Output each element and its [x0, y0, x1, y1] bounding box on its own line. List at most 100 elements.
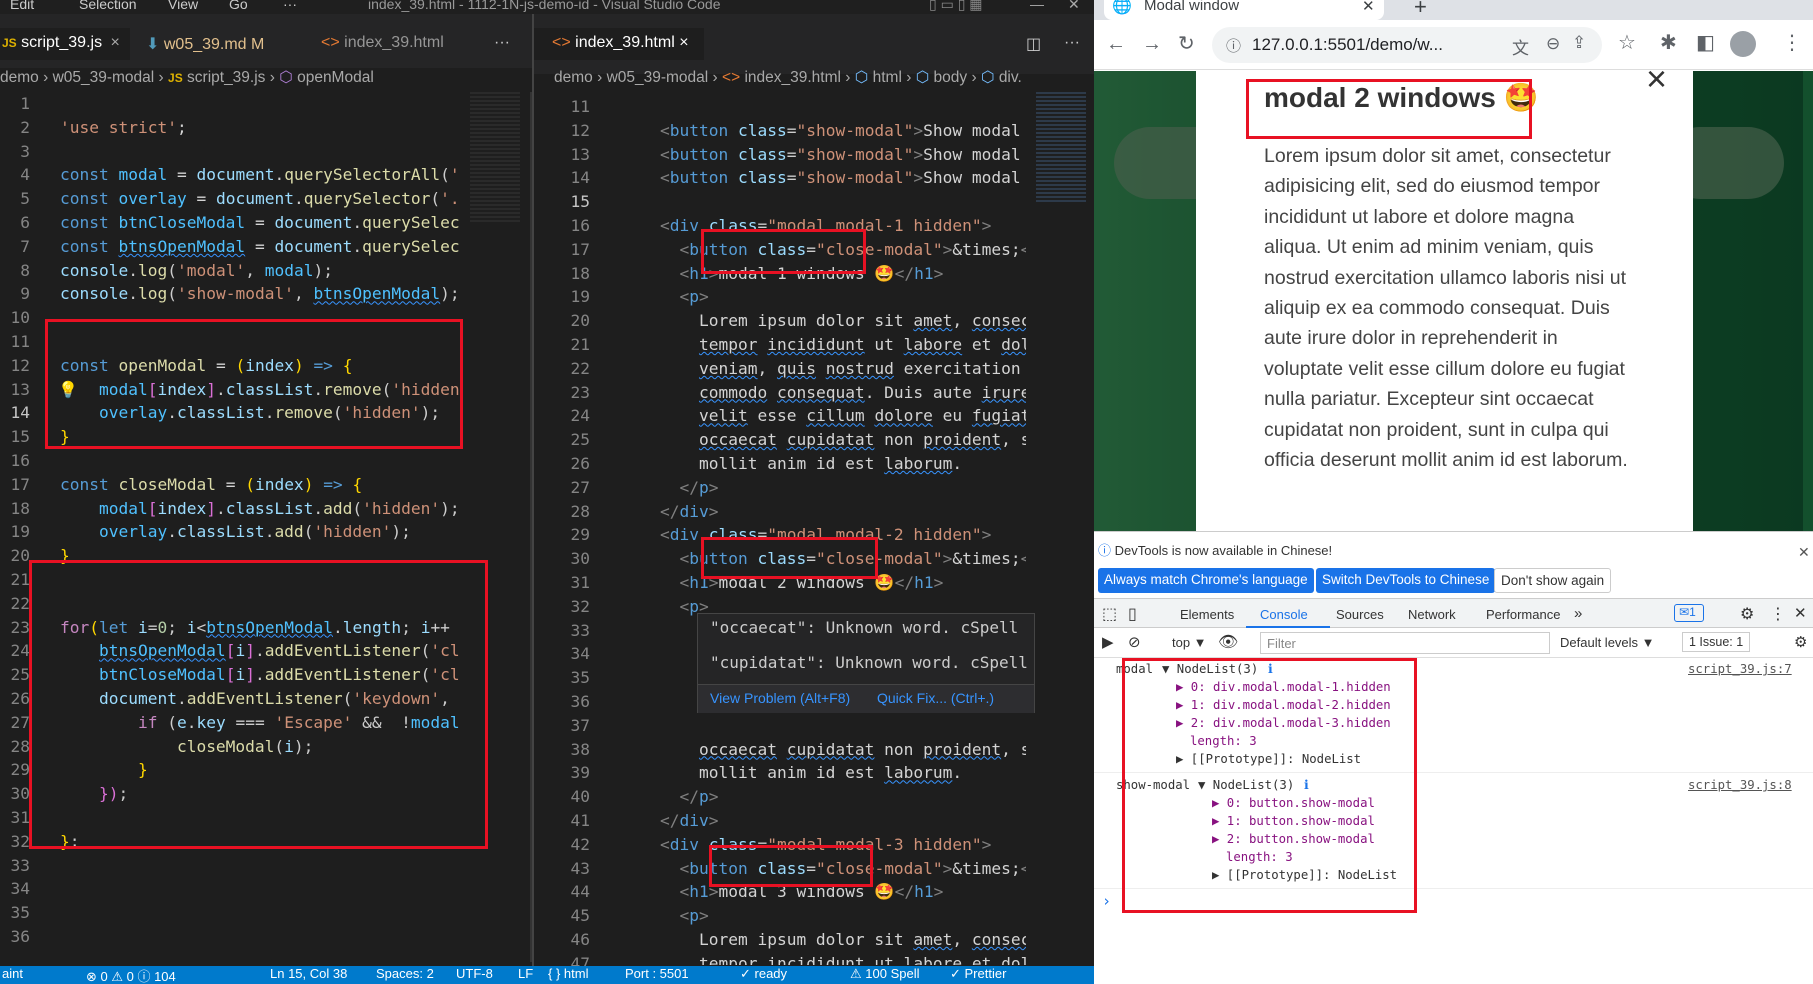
breadcrumb-item[interactable]: html — [873, 69, 902, 86]
close-window-icon[interactable]: ✕ — [1068, 0, 1080, 13]
line-number: 30 — [10, 784, 31, 804]
console-prompt[interactable]: › — [1102, 892, 1111, 910]
right-minimap[interactable] — [1036, 92, 1086, 202]
window-title: index_39.html - 1112-1N-js-demo-id - Vis… — [368, 0, 721, 12]
vscode-window: Edit Selection View Go ··· index_39.html… — [0, 0, 1094, 984]
notice-close-icon[interactable]: ✕ — [1798, 544, 1810, 561]
status-cursor[interactable]: Ln 15, Col 38 — [270, 966, 347, 981]
zoom-icon[interactable]: ⊖ — [1546, 34, 1560, 54]
log-levels-dropdown[interactable]: Default levels ▼ — [1560, 635, 1655, 650]
menu-icon[interactable]: ⋮ — [1782, 33, 1802, 53]
more-tabs-icon[interactable]: » — [1574, 605, 1582, 622]
line-number: 15 — [10, 427, 31, 447]
extensions-icon[interactable]: ✱ — [1660, 33, 1677, 53]
breadcrumb-item[interactable]: index_39.html — [744, 69, 841, 86]
breadcrumb-item[interactable]: w05_39-modal — [607, 69, 709, 86]
quick-fix-link[interactable]: Quick Fix... (Ctrl+.) — [877, 690, 994, 706]
breadcrumb-item[interactable]: script_39.js — [187, 69, 265, 86]
tab-close-icon[interactable]: × — [111, 34, 120, 51]
devtools-language-notice: ⓘ DevTools is now available in Chinese! — [1098, 543, 1333, 558]
minimize-icon[interactable]: — — [1030, 0, 1044, 12]
source-link[interactable]: script_39.js:7 — [1688, 662, 1792, 676]
tab-markdown[interactable]: ⬇ w05_39.md M — [146, 28, 264, 60]
source-link[interactable]: script_39.js:8 — [1688, 778, 1792, 792]
messages-badge[interactable]: ✉1 — [1674, 604, 1704, 622]
more-actions-icon[interactable]: ··· — [1064, 28, 1080, 60]
more-actions-icon[interactable]: ··· — [494, 28, 510, 60]
reload-icon[interactable]: ↻ — [1178, 34, 1195, 54]
tab-close-icon[interactable]: ✕ — [1362, 0, 1375, 15]
tab-elements[interactable]: Elements — [1180, 607, 1234, 622]
device-toolbar-icon[interactable]: ▯ — [1128, 604, 1137, 624]
layout-icons[interactable]: ▯ ▭ ▯ ▦ — [929, 0, 983, 13]
tab-sources[interactable]: Sources — [1336, 607, 1384, 622]
status-spell[interactable]: ⚠ 100 Spell — [850, 966, 919, 982]
sidebar-toggle-icon[interactable]: ▶ — [1102, 633, 1114, 651]
forward-icon[interactable]: → — [1142, 34, 1162, 54]
back-icon[interactable]: ← — [1106, 34, 1126, 54]
tab-network[interactable]: Network — [1408, 607, 1456, 622]
menu-edit[interactable]: Edit — [10, 0, 34, 12]
console-settings-icon[interactable]: ⚙ — [1794, 633, 1807, 651]
status-problems[interactable]: ⊗ 0 ⚠ 0 ⓘ 104 — [86, 966, 176, 984]
sidepanel-icon[interactable]: ◧ — [1696, 33, 1715, 53]
profile-avatar[interactable] — [1730, 31, 1756, 57]
live-expression-eye-icon[interactable]: 👁 — [1218, 632, 1238, 652]
menu-go[interactable]: Go — [229, 0, 248, 12]
always-match-language-button[interactable]: Always match Chrome's language — [1098, 568, 1314, 593]
translate-icon[interactable]: 文 — [1512, 34, 1529, 59]
breadcrumb-item[interactable]: openModal — [297, 69, 374, 86]
line-number: 31 — [570, 572, 591, 592]
breadcrumb-item[interactable]: demo — [0, 69, 39, 86]
more-options-icon[interactable]: ⋮ — [1770, 604, 1786, 624]
left-minimap[interactable] — [470, 92, 520, 222]
close-devtools-icon[interactable]: ✕ — [1794, 604, 1807, 622]
breadcrumb-item[interactable]: demo — [554, 69, 593, 86]
status-remote[interactable]: aint — [2, 966, 23, 981]
tab-console[interactable]: Console — [1260, 607, 1308, 622]
menu-more[interactable]: ··· — [283, 0, 297, 12]
bookmark-star-icon[interactable]: ☆ — [1618, 33, 1636, 53]
issues-counter[interactable]: 1 Issue: 1 — [1682, 632, 1751, 652]
tab-close-icon[interactable]: × — [679, 34, 688, 51]
line-number: 39 — [570, 763, 591, 783]
status-language[interactable]: { } html — [548, 966, 588, 981]
line-number: 38 — [570, 739, 591, 759]
view-problem-link[interactable]: View Problem (Alt+F8) — [710, 690, 850, 706]
context-selector[interactable]: top ▼ — [1172, 635, 1207, 650]
dont-show-again-button[interactable]: Don't show again — [1494, 568, 1612, 593]
inspect-element-icon[interactable]: ⬚ — [1102, 604, 1117, 624]
status-encoding[interactable]: UTF-8 — [456, 966, 493, 981]
globe-icon: 🌐 — [1112, 0, 1132, 15]
menu-view[interactable]: View — [168, 0, 198, 12]
new-tab-icon[interactable]: + — [1414, 0, 1427, 20]
breadcrumb-item[interactable]: div. — [999, 69, 1022, 86]
share-icon[interactable]: ⇪ — [1572, 33, 1586, 53]
tab-performance[interactable]: Performance — [1486, 607, 1560, 622]
address-bar[interactable]: ⓘ 127.0.0.1:5501/demo/w... 文 ⊖ ⇪ — [1212, 27, 1602, 63]
switch-to-chinese-button[interactable]: Switch DevTools to Chinese — [1316, 568, 1496, 593]
console-filter-input[interactable]: Filter — [1260, 632, 1550, 654]
line-number: 1 — [20, 94, 30, 113]
status-ready[interactable]: ✓ ready — [740, 966, 787, 982]
close-modal-button[interactable]: × — [1646, 71, 1667, 97]
status-eol[interactable]: LF — [518, 966, 533, 981]
menu-selection[interactable]: Selection — [79, 0, 137, 12]
tab-script-js[interactable]: JS script_39.js × — [0, 28, 130, 60]
info-icon[interactable]: ⓘ — [1226, 35, 1241, 56]
tab-index-html-right[interactable]: <> index_39.html × — [534, 28, 704, 60]
status-live-server[interactable]: Port : 5501 — [625, 966, 689, 981]
chrome-tab-active[interactable]: 🌐 Modal window ✕ — [1104, 0, 1384, 20]
breadcrumb-item[interactable]: w05_39-modal — [53, 69, 155, 86]
line-number: 44 — [570, 882, 591, 902]
status-prettier[interactable]: ✓ Prettier — [950, 966, 1006, 982]
line-number: 35 — [10, 903, 31, 923]
clear-console-icon[interactable]: ⊘ — [1128, 633, 1141, 651]
line-number: 26 — [570, 453, 591, 473]
status-indent[interactable]: Spaces: 2 — [376, 966, 434, 981]
right-code-area[interactable]: <button class="show-modal">Show modal <bu… — [660, 95, 1026, 965]
settings-gear-icon[interactable]: ⚙ — [1740, 604, 1754, 624]
tab-index-html-left[interactable]: <> index_39.html — [321, 28, 444, 60]
breadcrumb-item[interactable]: body — [934, 69, 968, 86]
split-editor-icon[interactable]: ◫ — [1026, 28, 1041, 60]
